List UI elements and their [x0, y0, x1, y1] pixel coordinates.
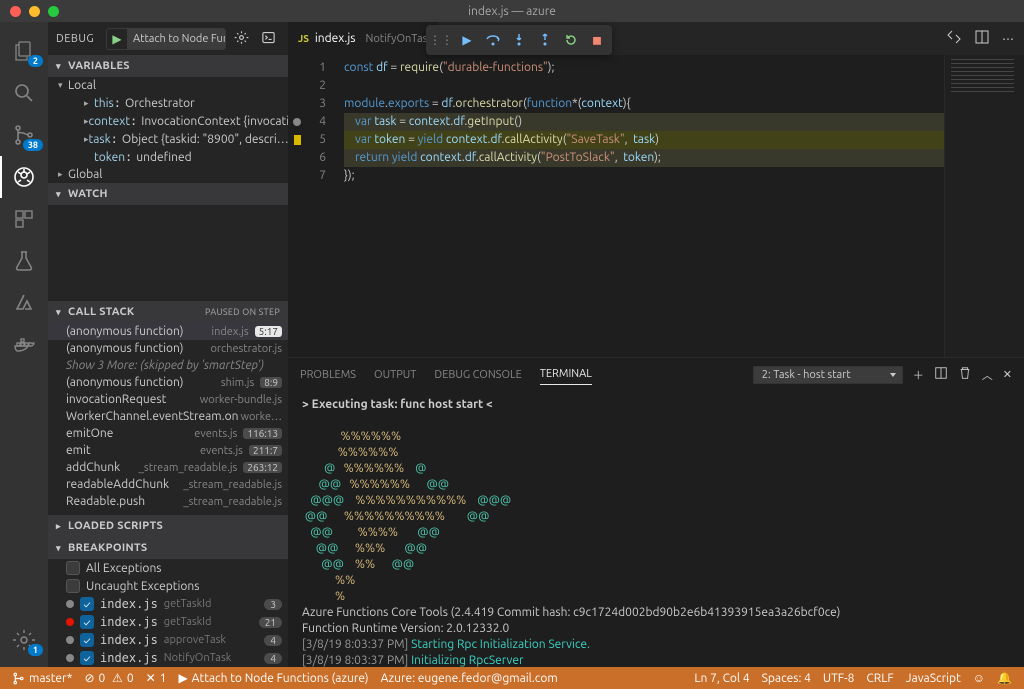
editor-area: JSindex.jsNotifyOnTas JSindex.jsHttpStar… — [288, 22, 1024, 667]
close-panel-icon[interactable]: ✕ — [1003, 368, 1012, 381]
var-token[interactable]: token:undefined — [48, 148, 288, 166]
scope-local[interactable]: ▾Local — [48, 77, 288, 94]
breakpoint-item[interactable]: ✓index.jsapproveTask4 — [48, 631, 288, 649]
stop-button[interactable]: ◼ — [585, 28, 609, 52]
variables-header[interactable]: ▾VARIABLES — [48, 55, 288, 77]
stack-frame[interactable]: Show 3 More: (skipped by 'smartStep') — [48, 357, 288, 374]
tab-output[interactable]: OUTPUT — [374, 365, 416, 385]
split-icon[interactable] — [974, 29, 990, 48]
branch-status[interactable]: master* — [6, 672, 78, 685]
breakpoints-header[interactable]: ▾BREAKPOINTS — [48, 537, 288, 559]
loaded-scripts-section: ▸LOADED SCRIPTS — [48, 515, 288, 537]
terminal-selector[interactable]: 2: Task - host start — [753, 366, 903, 384]
debug-settings-icon[interactable] — [230, 30, 253, 48]
breakpoint-gutter[interactable] — [288, 55, 306, 357]
debug-console-icon[interactable] — [257, 30, 280, 48]
sidebar: DEBUG ▶ Attach to Node Fun ▾VARIABLES ▾L… — [48, 22, 288, 667]
scope-global[interactable]: ▸Global — [48, 166, 288, 183]
grip-icon[interactable]: ⋮⋮ — [429, 28, 453, 52]
stack-frame[interactable]: emitOneevents.js116:13 — [48, 425, 288, 442]
debug-config-selector[interactable]: ▶ Attach to Node Fun — [106, 28, 226, 50]
code-editor[interactable]: 1234567 const df = require("durable-func… — [288, 55, 1024, 357]
encoding-status[interactable]: UTF-8 — [817, 671, 860, 685]
bp-all-exceptions[interactable]: All Exceptions — [48, 559, 288, 577]
continue-button[interactable]: ▶ — [455, 28, 479, 52]
stack-frame[interactable]: (anonymous function)orchestrator.js — [48, 340, 288, 357]
panel-tabs: PROBLEMS OUTPUT DEBUG CONSOLE TERMINAL 2… — [288, 358, 1024, 391]
errors-status[interactable]: ⊘ 0 ⚠ 0 — [78, 671, 139, 685]
loaded-scripts-header[interactable]: ▸LOADED SCRIPTS — [48, 515, 288, 537]
stack-frame[interactable]: readableAddChunk_stream_readable.js — [48, 476, 288, 493]
azure-status[interactable]: Azure: eugene.fedor@gmail.com — [375, 672, 564, 685]
stack-frame[interactable]: (anonymous function)shim.js8:9 — [48, 374, 288, 391]
notifications-icon[interactable]: 🔔 — [991, 671, 1018, 685]
debug-header: DEBUG ▶ Attach to Node Fun — [48, 22, 288, 55]
minimap[interactable] — [944, 55, 1024, 357]
terminal-output[interactable]: > Executing task: func host start < %%%%… — [288, 391, 1024, 667]
feedback-icon[interactable]: ☺ — [967, 671, 991, 685]
step-over-button[interactable] — [481, 28, 505, 52]
editor-tabs: JSindex.jsNotifyOnTas JSindex.jsHttpStar… — [288, 22, 1024, 55]
indentation-status[interactable]: Spaces: 4 — [756, 671, 817, 685]
breakpoints-section: ▾BREAKPOINTS All Exceptions Uncaught Exc… — [48, 537, 288, 667]
titlebar: index.js — azure — [0, 0, 1024, 22]
compare-icon[interactable] — [946, 29, 962, 48]
split-terminal-icon[interactable] — [934, 366, 948, 383]
language-status[interactable]: JavaScript — [900, 671, 967, 685]
panel: PROBLEMS OUTPUT DEBUG CONSOLE TERMINAL 2… — [288, 357, 1024, 667]
stack-frame[interactable]: invocationRequestworker-bundle.js — [48, 391, 288, 408]
docker-icon[interactable] — [0, 324, 48, 366]
new-terminal-icon[interactable]: ＋ — [913, 367, 924, 383]
settings-icon[interactable]: 1 — [0, 619, 48, 661]
callstack-header[interactable]: ▾CALL STACKPAUSED ON STEP — [48, 301, 288, 323]
maximize-panel-icon[interactable]: ︿ — [982, 367, 993, 383]
tab-problems[interactable]: PROBLEMS — [300, 365, 356, 385]
step-into-button[interactable] — [507, 28, 531, 52]
breakpoint-item[interactable]: ✓index.jsNotifyOnTask4 — [48, 649, 288, 667]
debug-icon[interactable] — [0, 156, 48, 198]
window-title: index.js — azure — [468, 5, 556, 18]
stack-frame[interactable]: addChunk_stream_readable.js263:12 — [48, 459, 288, 476]
watch-section: ▾WATCH — [48, 183, 288, 301]
var-context[interactable]: ▸context:InvocationContext {invocati… — [48, 112, 288, 130]
var-this[interactable]: ▸this:Orchestrator — [48, 94, 288, 112]
watch-header[interactable]: ▾WATCH — [48, 183, 288, 205]
test-icon[interactable] — [0, 240, 48, 282]
var-task[interactable]: ▸task:Object {taskid: "8900", descri… — [48, 130, 288, 148]
tab-terminal[interactable]: TERMINAL — [540, 364, 592, 385]
debug-toolbar[interactable]: ⋮⋮ ▶ ◼ — [426, 25, 612, 55]
restart-button[interactable] — [559, 28, 583, 52]
source-control-icon[interactable]: 38 — [0, 114, 48, 156]
kill-terminal-icon[interactable] — [958, 366, 972, 383]
extensions-icon[interactable] — [0, 198, 48, 240]
stack-frame[interactable]: Readable.push_stream_readable.js — [48, 493, 288, 510]
callstack-section: ▾CALL STACKPAUSED ON STEP (anonymous fun… — [48, 301, 288, 515]
bp-uncaught-exceptions[interactable]: Uncaught Exceptions — [48, 577, 288, 595]
activity-bar: 2 38 1 — [0, 22, 48, 667]
explorer-icon[interactable]: 2 — [0, 30, 48, 72]
tab-index-notify[interactable]: JSindex.jsNotifyOnTas — [288, 22, 438, 55]
step-out-button[interactable] — [533, 28, 557, 52]
breakpoint-item[interactable]: ✓index.jsgetTaskId21 — [48, 613, 288, 631]
stack-frame[interactable]: (anonymous function)index.js5:17 — [48, 323, 288, 340]
stack-frame[interactable]: WorkerChannel.eventStream.onworke… — [48, 408, 288, 425]
tab-debug-console[interactable]: DEBUG CONSOLE — [434, 365, 521, 385]
azure-icon[interactable] — [0, 282, 48, 324]
conflicts-status[interactable]: ✕ 1 — [140, 671, 173, 685]
attach-status[interactable]: ▶ Attach to Node Functions (azure) — [172, 671, 374, 685]
variables-section: ▾VARIABLES ▾Local ▸this:Orchestrator ▸co… — [48, 55, 288, 183]
line-numbers: 1234567 — [306, 55, 340, 357]
status-bar: master* ⊘ 0 ⚠ 0 ✕ 1 ▶ Attach to Node Fun… — [0, 667, 1024, 689]
cursor-position[interactable]: Ln 7, Col 4 — [688, 671, 755, 685]
stack-frame[interactable]: emitevents.js211:7 — [48, 442, 288, 459]
window-controls[interactable] — [10, 6, 59, 17]
eol-status[interactable]: CRLF — [860, 671, 899, 685]
breakpoint-item[interactable]: ✓index.jsgetTaskId3 — [48, 595, 288, 613]
search-icon[interactable] — [0, 72, 48, 114]
more-icon[interactable]: ⋯ — [1002, 32, 1014, 46]
